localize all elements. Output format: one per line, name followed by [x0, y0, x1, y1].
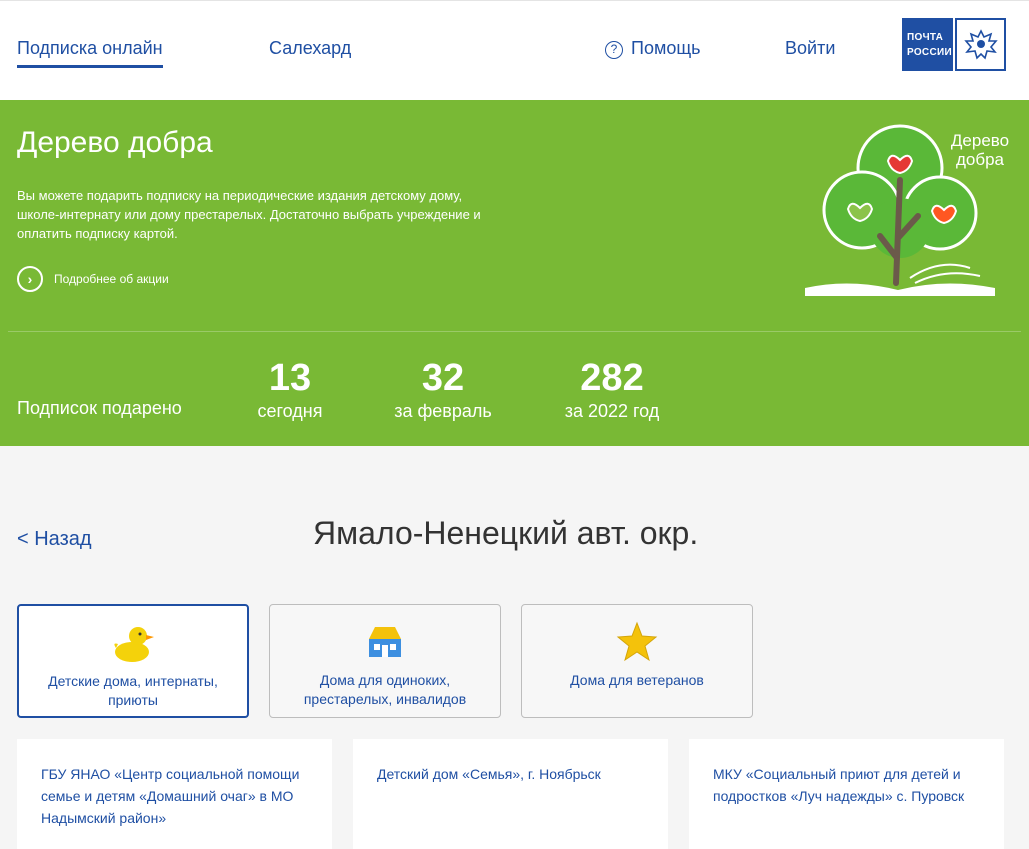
category-children-homes-label: Детские дома, интернаты, приюты: [48, 673, 218, 708]
nav-subscribe-online[interactable]: Подписка онлайн: [17, 38, 163, 68]
logo-line-1: ПОЧТА: [907, 31, 944, 43]
category-children-homes[interactable]: Детские дома, интернаты, приюты: [17, 604, 249, 718]
stat-month: 32 за февраль: [383, 356, 503, 422]
stat-month-caption: за февраль: [394, 401, 492, 421]
more-about-promo-label: Подробнее об акции: [54, 272, 169, 286]
logo-wordmark: ПОЧТА РОССИИ: [902, 18, 953, 71]
house-icon: [270, 621, 500, 663]
duck-icon: [19, 622, 247, 664]
stat-year-value: 282: [580, 357, 644, 399]
organization-name: Детский дом «Семья», г. Ноябрьск: [377, 766, 601, 782]
nav-login[interactable]: Войти: [785, 38, 835, 59]
stat-today-value: 13: [268, 357, 312, 399]
gifted-subscriptions-label: Подписок подарено: [17, 398, 182, 418]
star-icon: [522, 621, 752, 663]
organization-name: ГБУ ЯНАО «Центр социальной помощи семье …: [41, 766, 300, 826]
charity-banner: Дерево добра Вы можете подарить подписку…: [0, 100, 1029, 446]
stat-year-caption: за 2022 год: [564, 401, 660, 421]
stat-month-value: 32: [421, 357, 465, 399]
nav-city-selector[interactable]: Салехард: [269, 38, 351, 59]
organization-card[interactable]: Детский дом «Семья», г. Ноябрьск: [353, 739, 668, 849]
more-about-promo-link[interactable]: › Подробнее об акции: [17, 266, 169, 292]
tree-illustration-label: Дерево добра: [950, 131, 1010, 169]
top-navigation-bar: Подписка онлайн Салехард ? Помощь Войти П…: [0, 0, 1029, 100]
organization-name: МКУ «Социальный приют для детей и подрос…: [713, 766, 965, 804]
eagle-emblem-icon: [955, 18, 1006, 71]
banner-title: Дерево добра: [17, 126, 213, 159]
category-veterans-homes-label: Дома для ветеранов: [570, 672, 704, 688]
banner-divider: [8, 331, 1021, 332]
stat-today: 13 сегодня: [240, 356, 340, 422]
region-title: Ямало-Ненецкий авт. окр.: [313, 515, 699, 551]
stat-today-caption: сегодня: [257, 401, 323, 421]
organization-card[interactable]: МКУ «Социальный приют для детей и подрос…: [689, 739, 1004, 849]
chevron-right-circle-icon: ›: [17, 266, 43, 292]
logo-line-2: РОССИИ: [907, 46, 952, 58]
back-link[interactable]: < Назад: [17, 528, 92, 551]
category-elderly-homes-label: Дома для одиноких, престарелых, инвалидо…: [303, 672, 467, 707]
banner-description: Вы можете подарить подписку на периодиче…: [17, 188, 481, 241]
nav-help[interactable]: ? Помощь: [605, 38, 701, 59]
category-elderly-homes[interactable]: Дома для одиноких, престарелых, инвалидо…: [269, 604, 501, 718]
stat-year: 282 за 2022 год: [552, 356, 672, 422]
russian-post-logo[interactable]: ПОЧТА РОССИИ: [902, 18, 1006, 71]
nav-help-label: Помощь: [631, 38, 701, 58]
help-icon: ?: [605, 41, 623, 59]
category-veterans-homes[interactable]: Дома для ветеранов: [521, 604, 753, 718]
organization-card[interactable]: ГБУ ЯНАО «Центр социальной помощи семье …: [17, 739, 332, 849]
